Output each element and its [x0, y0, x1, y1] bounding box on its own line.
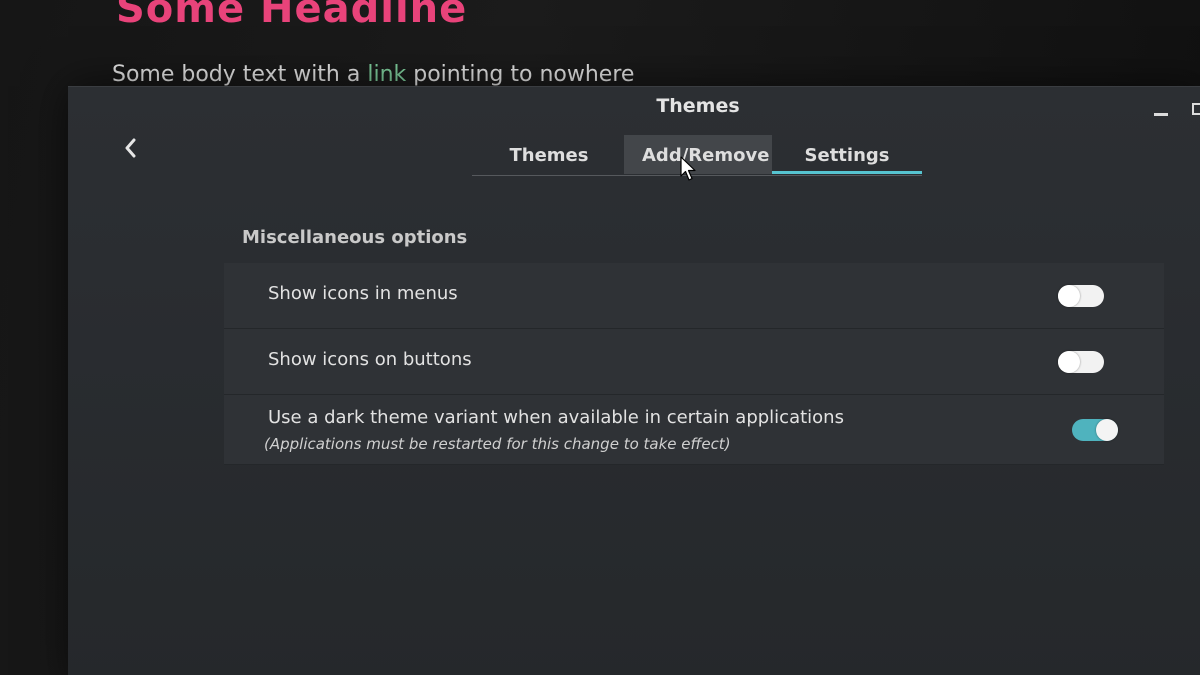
tab-settings[interactable]: Settings [772, 135, 922, 174]
section-title: Miscellaneous options [242, 227, 468, 248]
maximize-icon[interactable] [1192, 103, 1200, 115]
tab-add-remove[interactable]: Add/Remove [624, 135, 772, 174]
option-row-icons-on-buttons: Show icons on buttons [224, 329, 1164, 395]
themes-window: Themes Themes Add/Remove Settings Miscel… [68, 86, 1200, 675]
chevron-left-icon [125, 138, 136, 158]
background-body-text: Some body text with a link pointing to n… [112, 62, 634, 87]
background-headline: Some Headline [116, 0, 468, 32]
mouse-cursor-icon [680, 156, 696, 181]
window-title: Themes [656, 95, 740, 117]
option-row-dark-theme: Use a dark theme variant when available … [224, 395, 1164, 465]
option-label: Show icons on buttons [268, 349, 472, 370]
toggle-icons-in-menus[interactable] [1058, 285, 1104, 307]
option-note: (Applications must be restarted for this… [264, 435, 731, 453]
tab-themes[interactable]: Themes [472, 135, 624, 174]
toggle-knob [1058, 285, 1080, 307]
body-text-end: pointing to nowhere [406, 62, 635, 87]
body-text-start: Some body text with a [112, 62, 368, 87]
screen: Some Headline Some body text with a link… [0, 0, 1200, 675]
option-row-icons-in-menus: Show icons in menus [224, 263, 1164, 329]
minimize-icon[interactable] [1154, 113, 1168, 116]
option-label: Use a dark theme variant when available … [268, 407, 844, 428]
toggle-dark-theme[interactable] [1072, 419, 1118, 441]
body-link[interactable]: link [367, 62, 406, 87]
option-label: Show icons in menus [268, 283, 458, 304]
toggle-icons-on-buttons[interactable] [1058, 351, 1104, 373]
back-button[interactable] [118, 135, 144, 161]
toggle-knob [1096, 419, 1118, 441]
options-list: Show icons in menus Show icons on button… [224, 263, 1164, 465]
toggle-knob [1058, 351, 1080, 373]
title-bar[interactable]: Themes [68, 87, 1200, 127]
